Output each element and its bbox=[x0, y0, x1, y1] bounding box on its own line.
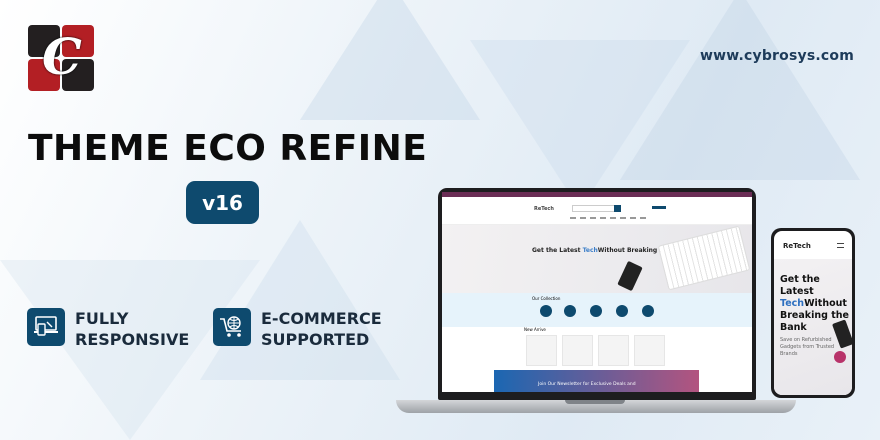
keyboard-image bbox=[657, 225, 751, 291]
phone-subtext: Save on Refurbished Gadgets from Trusted… bbox=[780, 337, 835, 357]
phone-brand: ReTech bbox=[783, 242, 811, 250]
products-title: New Arrive bbox=[524, 327, 546, 332]
laptop-mockup: ReTech Get the Latest TechWithout Breaki… bbox=[438, 188, 756, 400]
laptop-screen: ReTech Get the Latest TechWithout Breaki… bbox=[442, 192, 752, 392]
feature-line2: SUPPORTED bbox=[261, 330, 370, 349]
feature-ecommerce: E-COMMERCE SUPPORTED bbox=[213, 308, 382, 350]
page-title: THEME ECO REFINE bbox=[28, 128, 428, 169]
site-navbar: ReTech bbox=[442, 197, 752, 225]
feature-responsive: FULLY RESPONSIVE bbox=[27, 308, 189, 350]
feature-line2: RESPONSIVE bbox=[75, 330, 190, 349]
phone-image bbox=[617, 260, 643, 292]
phone-screen: ReTech Get the Latest TechWithout Breaki… bbox=[774, 231, 852, 395]
site-hero: Get the Latest TechWithout Breaking the … bbox=[442, 225, 752, 293]
newsletter-banner: Join Our Newsletter for Exclusive Deals … bbox=[494, 370, 699, 392]
feature-line1: E-COMMERCE bbox=[261, 309, 382, 328]
new-arrivals-section: New Arrive bbox=[442, 327, 752, 375]
newsletter-text: Join Our Newsletter for Exclusive Deals … bbox=[538, 382, 636, 387]
shopping-cart-globe-icon bbox=[213, 308, 251, 346]
website-url[interactable]: www.cybrosys.com bbox=[700, 48, 854, 64]
version-badge: v16 bbox=[186, 181, 259, 224]
laptop-notch bbox=[565, 400, 625, 404]
collection-section: Our Collection bbox=[442, 293, 752, 327]
feature-line1: FULLY bbox=[75, 309, 129, 328]
phone-mockup: ReTech Get the Latest TechWithout Breaki… bbox=[771, 228, 855, 398]
collection-title: Our Collection bbox=[532, 296, 561, 301]
site-brand: ReTech bbox=[534, 206, 554, 212]
hamburger-icon[interactable] bbox=[837, 243, 844, 248]
chat-icon[interactable] bbox=[834, 351, 846, 363]
responsive-devices-icon bbox=[27, 308, 65, 346]
cybrosys-logo: C bbox=[28, 25, 94, 91]
